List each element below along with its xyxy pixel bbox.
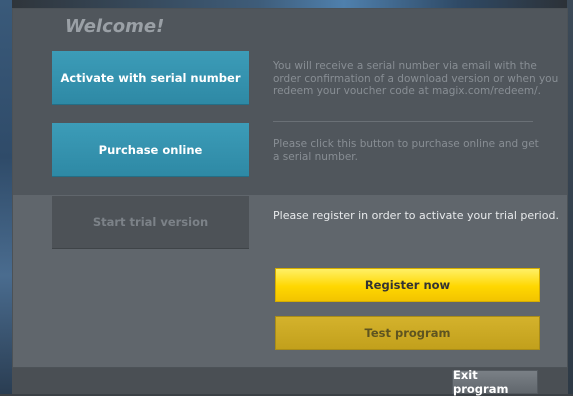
dialog-title: Welcome! <box>65 16 165 37</box>
activate-serial-description: You will receive a serial number via ema… <box>273 60 559 97</box>
activate-serial-button[interactable]: Activate with serial number <box>52 51 249 105</box>
welcome-dialog: Welcome! Activate with serial number You… <box>12 8 568 368</box>
register-now-button[interactable]: Register now <box>275 268 540 302</box>
trial-description: Please register in order to activate you… <box>273 209 559 222</box>
test-program-button[interactable]: Test program <box>275 316 540 350</box>
purchase-online-description: Please click this button to purchase onl… <box>273 138 539 163</box>
purchase-online-button[interactable]: Purchase online <box>52 123 249 177</box>
exit-program-button[interactable]: Exit program <box>452 368 538 396</box>
start-trial-button[interactable]: Start trial version <box>52 196 249 249</box>
divider <box>273 121 533 122</box>
background-window-left <box>0 0 12 394</box>
